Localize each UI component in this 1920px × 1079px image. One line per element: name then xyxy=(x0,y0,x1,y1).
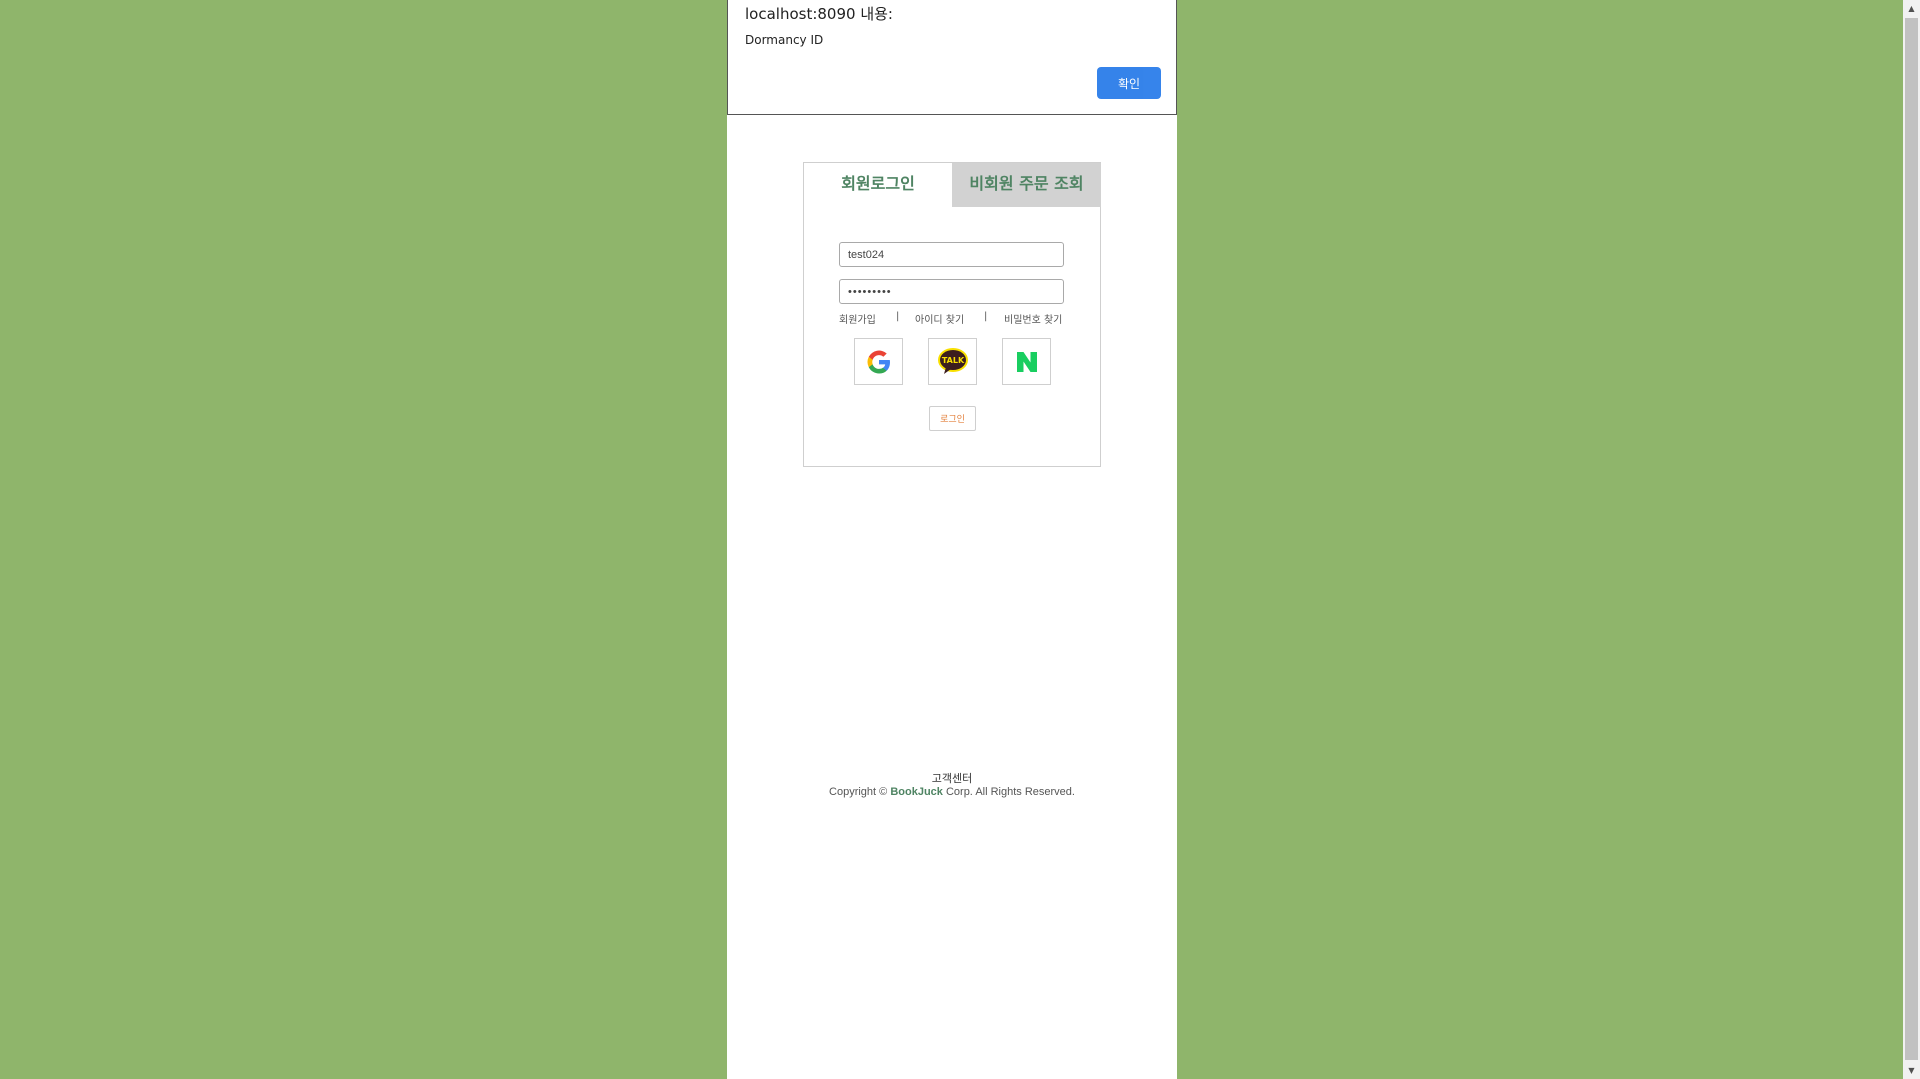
login-button[interactable]: 로그인 xyxy=(929,406,976,431)
vertical-scrollbar[interactable]: ▲ ▼ xyxy=(1903,0,1920,1079)
google-login-button[interactable] xyxy=(854,338,903,385)
brand-name: BookJuck xyxy=(890,786,943,798)
dialog-ok-button[interactable]: 확인 xyxy=(1097,67,1161,99)
find-id-link[interactable]: 아이디 찾기 xyxy=(915,311,964,326)
tab-guest-order[interactable]: 비회원 주문 조회 xyxy=(952,163,1101,207)
dialog-title: localhost:8090 내용: xyxy=(745,5,893,23)
scroll-up-icon[interactable]: ▲ xyxy=(1903,0,1920,17)
scroll-thumb[interactable] xyxy=(1905,18,1918,1060)
login-tabs: 회원로그인 비회원 주문 조회 xyxy=(804,163,1101,207)
copyright-prefix: Copyright © xyxy=(829,786,888,798)
copyright-suffix: Corp. All Rights Reserved. xyxy=(945,786,1075,798)
kakao-login-button[interactable]: TALK xyxy=(928,338,977,385)
link-divider: | xyxy=(896,311,900,322)
kakao-talk-icon: TALK xyxy=(937,347,968,374)
find-password-link[interactable]: 비밀번호 찾기 xyxy=(1004,311,1062,326)
login-box: 회원로그인 비회원 주문 조회 회원가입 | 아이디 찾기 | 비밀번호 찾기 … xyxy=(803,162,1101,467)
account-links: 회원가입 | 아이디 찾기 | 비밀번호 찾기 xyxy=(839,311,1064,327)
user-id-input[interactable] xyxy=(839,242,1064,267)
alert-dialog: localhost:8090 내용: Dormancy ID 확인 xyxy=(727,0,1177,115)
customer-center-label: 고객센터 xyxy=(931,773,973,785)
signup-link[interactable]: 회원가입 xyxy=(839,311,876,326)
tab-member-login[interactable]: 회원로그인 xyxy=(804,163,952,207)
copyright-text: Copyright © BookJuck Corp. All Rights Re… xyxy=(727,786,1177,798)
scroll-down-icon[interactable]: ▼ xyxy=(1903,1062,1920,1079)
naver-login-button[interactable] xyxy=(1002,338,1051,385)
password-input[interactable] xyxy=(839,279,1064,304)
dialog-message: Dormancy ID xyxy=(745,33,824,47)
svg-text:TALK: TALK xyxy=(941,356,964,365)
google-icon xyxy=(867,350,890,373)
naver-icon xyxy=(1016,351,1037,372)
link-divider: | xyxy=(984,311,988,322)
